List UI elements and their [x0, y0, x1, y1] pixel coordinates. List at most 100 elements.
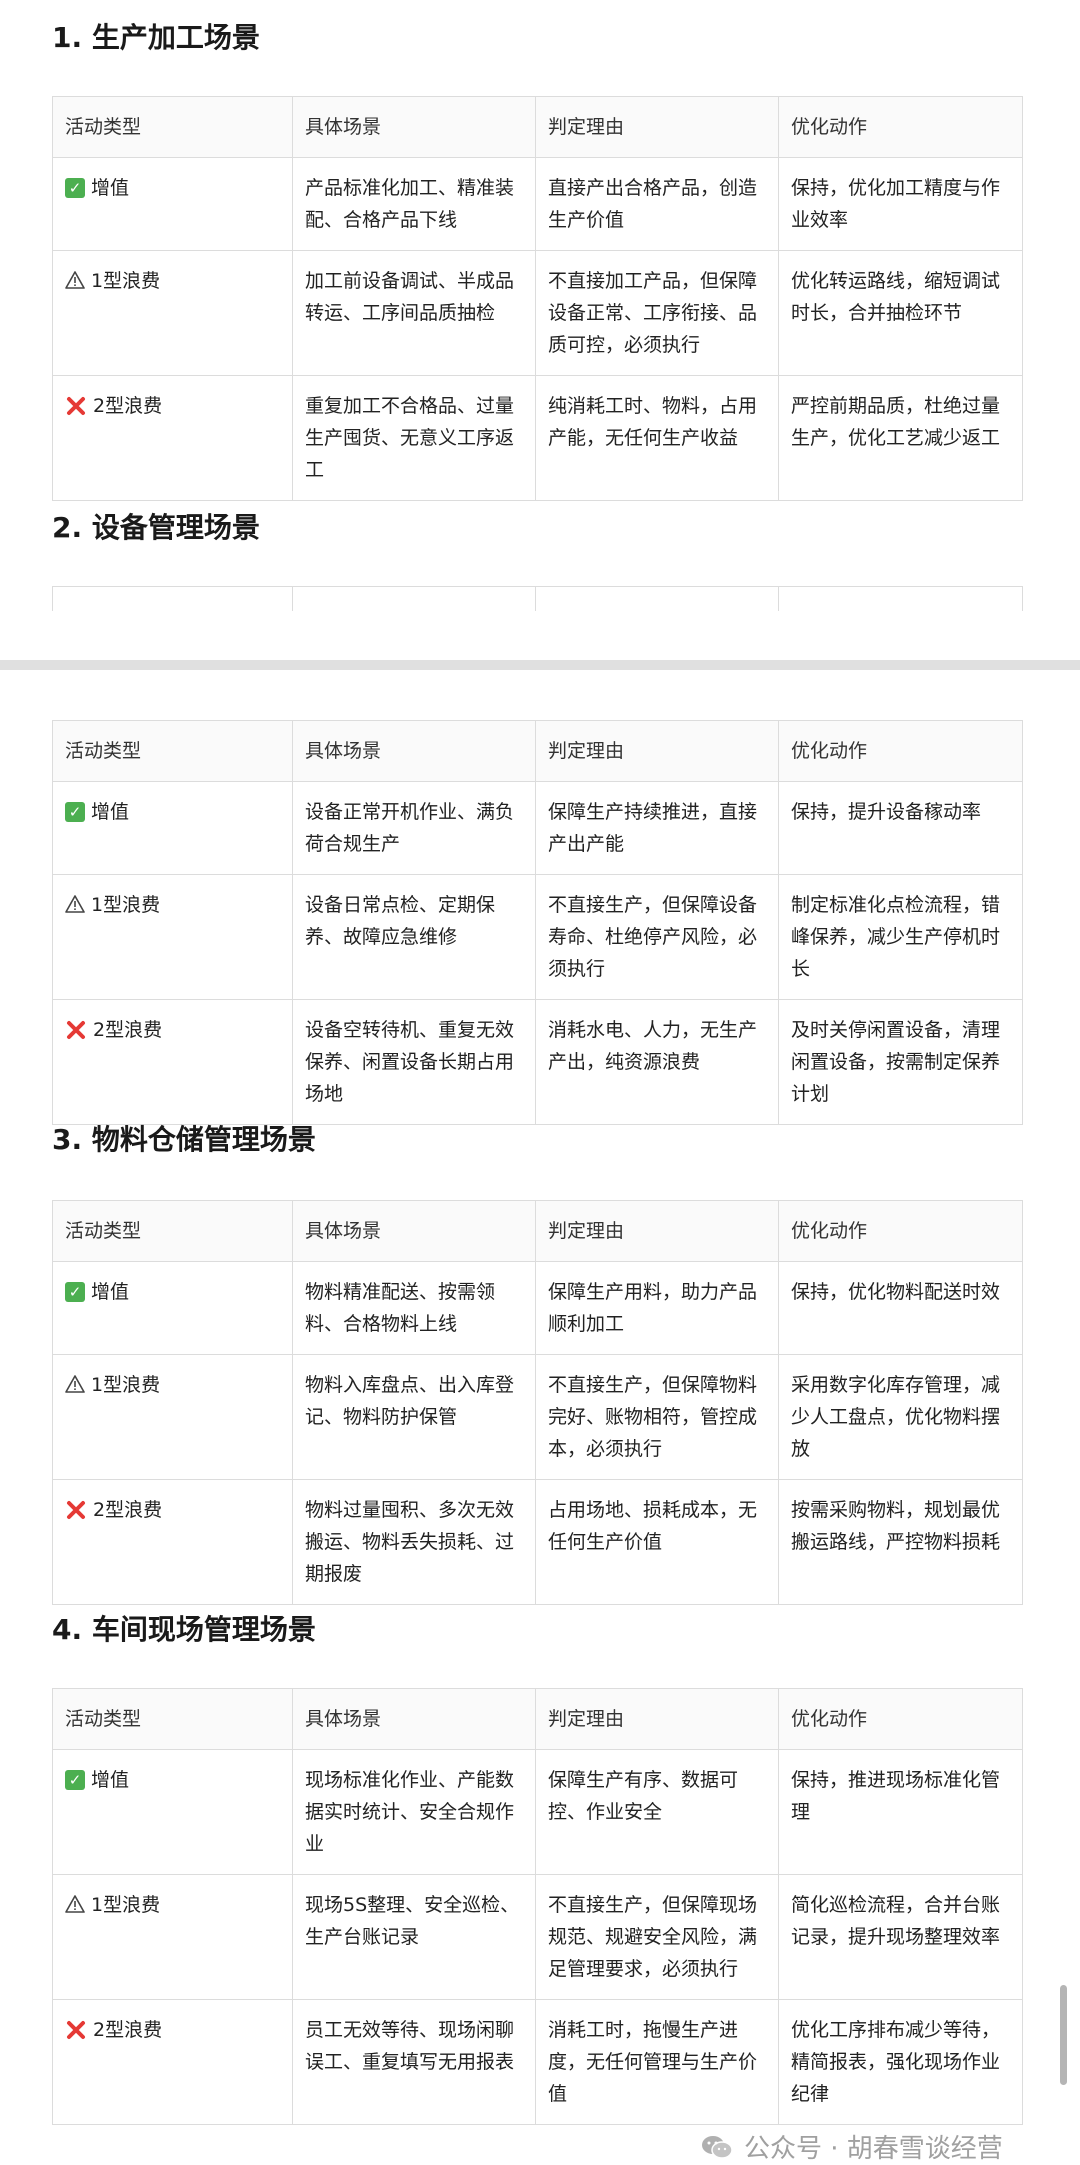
- table-production: 活动类型 具体场景 判定理由 优化动作 ✓ 增值 产品标准化加工、精准装配、合格产…: [52, 96, 1023, 501]
- table-workshop: 活动类型 具体场景 判定理由 优化动作 ✓ 增值 现场标准化作业、产能数据实时统计…: [52, 1688, 1023, 2125]
- header-scene: 具体场景: [292, 96, 536, 158]
- activity-type-cell: ✓ 增值: [65, 1276, 280, 1308]
- cross-icon: [67, 397, 85, 415]
- reason-cell: 占用场地、损耗成本，无任何生产价值: [535, 1479, 779, 1605]
- activity-type-cell: 2型浪费: [65, 2014, 280, 2046]
- table-header-row: 活动类型 具体场景 判定理由 优化动作: [52, 1688, 1023, 1750]
- activity-type-cell: 1型浪费: [65, 889, 280, 921]
- action-cell: 保持，提升设备稼动率: [778, 781, 1023, 875]
- header-scene: 具体场景: [292, 1200, 536, 1262]
- check-icon: ✓: [65, 1282, 85, 1302]
- reason-cell: 直接产出合格产品，创造生产价值: [535, 157, 779, 251]
- header-activity-type: 活动类型: [52, 720, 293, 782]
- table-equipment-stub: [52, 586, 1023, 611]
- cross-icon: [67, 2021, 85, 2039]
- action-cell: 保持，优化物料配送时效: [778, 1261, 1023, 1355]
- table-header-row: 活动类型 具体场景 判定理由 优化动作: [52, 96, 1023, 158]
- scene-cell: 物料过量囤积、多次无效搬运、物料丢失损耗、过期报废: [292, 1479, 536, 1605]
- header-action: 优化动作: [778, 1688, 1023, 1750]
- header-activity-type: 活动类型: [52, 1200, 293, 1262]
- section-title-workshop: 4. 车间现场管理场景: [52, 1613, 316, 1646]
- scene-cell: 设备日常点检、定期保养、故障应急维修: [292, 874, 536, 1000]
- reason-cell: 保障生产用料，助力产品顺利加工: [535, 1261, 779, 1355]
- action-cell: 按需采购物料，规划最优搬运路线，严控物料损耗: [778, 1479, 1023, 1605]
- table-header-row: 活动类型 具体场景 判定理由 优化动作: [52, 1200, 1023, 1262]
- header-reason: 判定理由: [535, 1688, 779, 1750]
- scene-cell: 设备空转待机、重复无效保养、闲置设备长期占用场地: [292, 999, 536, 1125]
- table-row: ✓ 增值 产品标准化加工、精准装配、合格产品下线 直接产出合格产品，创造生产价值 …: [52, 157, 1023, 251]
- scene-cell: 员工无效等待、现场闲聊误工、重复填写无用报表: [292, 1999, 536, 2125]
- table-row: 2型浪费 物料过量囤积、多次无效搬运、物料丢失损耗、过期报废 占用场地、损耗成本…: [52, 1479, 1023, 1605]
- watermark: 公众号 · 胡春雪谈经营: [700, 2128, 1003, 2165]
- header-activity-type: 活动类型: [52, 1688, 293, 1750]
- activity-type-cell: 2型浪费: [65, 1494, 280, 1526]
- warning-icon: [65, 1375, 85, 1393]
- header-reason: 判定理由: [535, 96, 779, 158]
- warning-icon: [65, 1895, 85, 1913]
- header-reason: 判定理由: [535, 720, 779, 782]
- activity-type-cell: 2型浪费: [65, 390, 280, 422]
- table-row: 2型浪费 设备空转待机、重复无效保养、闲置设备长期占用场地 消耗水电、人力，无生…: [52, 999, 1023, 1125]
- reason-cell: 消耗工时，拖慢生产进度，无任何管理与生产价值: [535, 1999, 779, 2125]
- cross-icon: [67, 1501, 85, 1519]
- table-row: 1型浪费 设备日常点检、定期保养、故障应急维修 不直接生产，但保障设备寿命、杜绝…: [52, 874, 1023, 1000]
- reason-cell: 消耗水电、人力，无生产产出，纯资源浪费: [535, 999, 779, 1125]
- reason-cell: 不直接生产，但保障设备寿命、杜绝停产风险，必须执行: [535, 874, 779, 1000]
- action-cell: 制定标准化点检流程，错峰保养，减少生产停机时长: [778, 874, 1023, 1000]
- scene-cell: 产品标准化加工、精准装配、合格产品下线: [292, 157, 536, 251]
- table-row: ✓ 增值 设备正常开机作业、满负荷合规生产 保障生产持续推进，直接产出产能 保持，…: [52, 781, 1023, 875]
- reason-cell: 保障生产有序、数据可控、作业安全: [535, 1749, 779, 1875]
- section-title-production: 1. 生产加工场景: [52, 21, 260, 54]
- table-equipment: 活动类型 具体场景 判定理由 优化动作 ✓ 增值 设备正常开机作业、满负荷合规生产…: [52, 720, 1023, 1125]
- reason-cell: 保障生产持续推进，直接产出产能: [535, 781, 779, 875]
- cross-icon: [67, 1021, 85, 1039]
- table-row: 2型浪费 重复加工不合格品、过量生产囤货、无意义工序返工 纯消耗工时、物料，占用…: [52, 375, 1023, 501]
- section-title-warehouse: 3. 物料仓储管理场景: [52, 1123, 316, 1156]
- scene-cell: 设备正常开机作业、满负荷合规生产: [292, 781, 536, 875]
- activity-type-cell: ✓ 增值: [65, 172, 280, 204]
- reason-cell: 纯消耗工时、物料，占用产能，无任何生产收益: [535, 375, 779, 501]
- scene-cell: 物料入库盘点、出入库登记、物料防护保管: [292, 1354, 536, 1480]
- header-reason: 判定理由: [535, 1200, 779, 1262]
- activity-type-cell: ✓ 增值: [65, 796, 280, 828]
- activity-type-cell: 1型浪费: [65, 1369, 280, 1401]
- table-row: ✓ 增值 物料精准配送、按需领料、合格物料上线 保障生产用料，助力产品顺利加工 保…: [52, 1261, 1023, 1355]
- action-cell: 简化巡检流程，合并台账记录，提升现场整理效率: [778, 1874, 1023, 2000]
- table-header-row: 活动类型 具体场景 判定理由 优化动作: [52, 720, 1023, 782]
- warning-icon: [65, 271, 85, 289]
- reason-cell: 不直接加工产品，但保障设备正常、工序衔接、品质可控，必须执行: [535, 250, 779, 376]
- action-cell: 采用数字化库存管理，减少人工盘点，优化物料摆放: [778, 1354, 1023, 1480]
- action-cell: 保持，推进现场标准化管理: [778, 1749, 1023, 1875]
- reason-cell: 不直接生产，但保障现场规范、规避安全风险，满足管理要求，必须执行: [535, 1874, 779, 2000]
- header-scene: 具体场景: [292, 1688, 536, 1750]
- table-row: 2型浪费 员工无效等待、现场闲聊误工、重复填写无用报表 消耗工时，拖慢生产进度，…: [52, 1999, 1023, 2125]
- scene-cell: 重复加工不合格品、过量生产囤货、无意义工序返工: [292, 375, 536, 501]
- table-warehouse: 活动类型 具体场景 判定理由 优化动作 ✓ 增值 物料精准配送、按需领料、合格物料…: [52, 1200, 1023, 1605]
- check-icon: ✓: [65, 1770, 85, 1790]
- scene-cell: 现场5S整理、安全巡检、生产台账记录: [292, 1874, 536, 2000]
- activity-type-cell: 2型浪费: [65, 1014, 280, 1046]
- activity-type-cell: ✓ 增值: [65, 1764, 280, 1796]
- action-cell: 优化转运路线，缩短调试时长，合并抽检环节: [778, 250, 1023, 376]
- check-icon: ✓: [65, 178, 85, 198]
- scrollbar-thumb[interactable]: [1060, 1985, 1067, 2085]
- header-activity-type: 活动类型: [52, 96, 293, 158]
- action-cell: 保持，优化加工精度与作业效率: [778, 157, 1023, 251]
- scene-cell: 加工前设备调试、半成品转运、工序间品质抽检: [292, 250, 536, 376]
- activity-type-cell: 1型浪费: [65, 265, 280, 297]
- reason-cell: 不直接生产，但保障物料完好、账物相符，管控成本，必须执行: [535, 1354, 779, 1480]
- table-row: 1型浪费 物料入库盘点、出入库登记、物料防护保管 不直接生产，但保障物料完好、账…: [52, 1354, 1023, 1480]
- wechat-icon: [702, 2135, 733, 2159]
- table-row: 1型浪费 加工前设备调试、半成品转运、工序间品质抽检 不直接加工产品，但保障设备…: [52, 250, 1023, 376]
- header-action: 优化动作: [778, 96, 1023, 158]
- activity-type-cell: 1型浪费: [65, 1889, 280, 1921]
- action-cell: 严控前期品质，杜绝过量生产，优化工艺减少返工: [778, 375, 1023, 501]
- header-action: 优化动作: [778, 1200, 1023, 1262]
- action-cell: 优化工序排布减少等待，精简报表，强化现场作业纪律: [778, 1999, 1023, 2125]
- table-row: 1型浪费 现场5S整理、安全巡检、生产台账记录 不直接生产，但保障现场规范、规避…: [52, 1874, 1023, 2000]
- watermark-text: 公众号 · 胡春雪谈经营: [744, 2134, 1003, 2164]
- scene-cell: 物料精准配送、按需领料、合格物料上线: [292, 1261, 536, 1355]
- section-title-equipment: 2. 设备管理场景: [52, 511, 260, 544]
- page-break-divider: [0, 660, 1080, 670]
- warning-icon: [65, 895, 85, 913]
